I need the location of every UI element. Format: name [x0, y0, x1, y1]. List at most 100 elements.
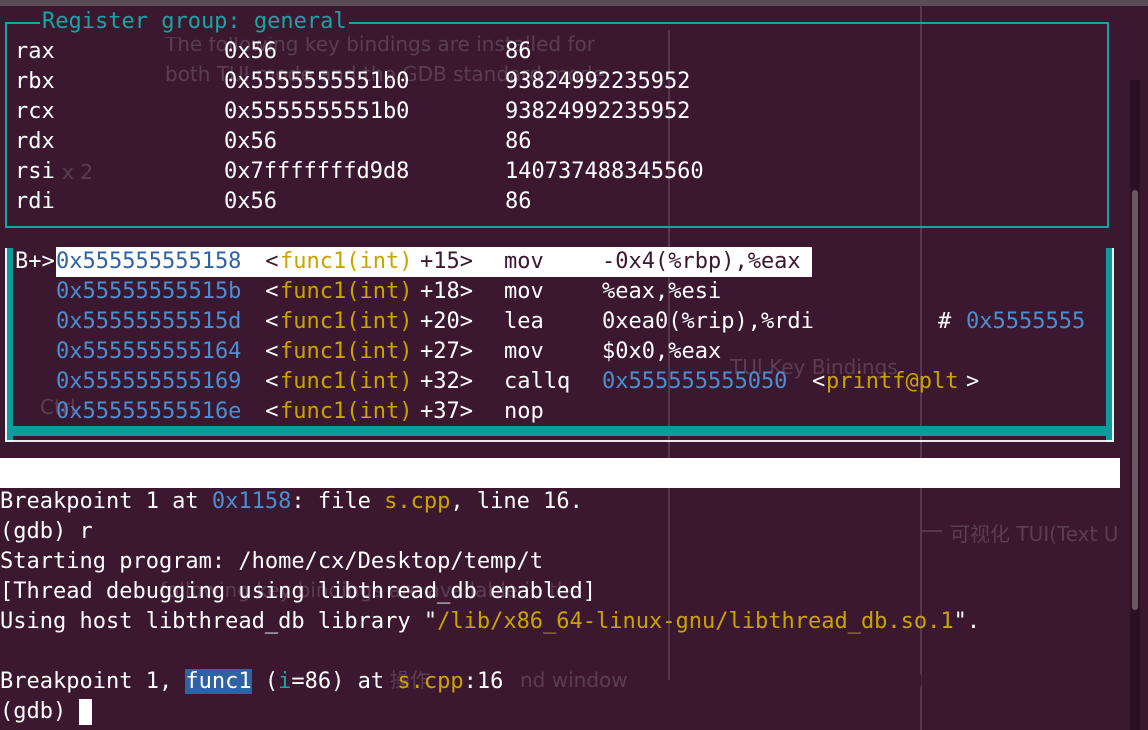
asm-bracket: < [252, 339, 279, 364]
ghost-text: 可视化 TUI(Text U [950, 522, 1119, 546]
asm-row[interactable]: 0x555555555169 < func1(int) +32> callq 0x555… [0, 367, 1100, 397]
console-path: /lib/x86_64-linux-gnu/libthread_db.so.1 [437, 609, 954, 634]
register-hex-value: 0x5555555551b0 [224, 69, 410, 94]
register-dec-value: 86 [505, 189, 532, 214]
asm-address: 0x555555555164 [56, 339, 242, 364]
console-text: ( [251, 669, 279, 694]
terminal-scrollbar-thumb[interactable] [1132, 190, 1138, 610]
console-line: Using host libthread_db library "/lib/x8… [0, 607, 980, 637]
register-name: rbx [15, 69, 55, 94]
register-panel-title: Register group: general [40, 7, 349, 37]
asm-offset: +37> [420, 399, 473, 424]
register-dec-value: 140737488345560 [505, 159, 704, 184]
breakpoint-marker [15, 397, 55, 427]
console-file: s.cpp [397, 669, 464, 694]
ghost-text: nd window [520, 668, 628, 692]
asm-opcode: mov [504, 279, 544, 304]
asm-operands: -0x4(%rbp),%eax [602, 249, 801, 274]
console-line: Starting program: /home/cx/Desktop/temp/… [0, 549, 544, 574]
asm-operands: 0xea0(%rip),%rdi [602, 309, 814, 334]
ghost-line [922, 530, 942, 532]
register-dec-value: 93824992235952 [505, 69, 691, 94]
asm-function: func1(int) [280, 279, 413, 304]
console-text: Breakpoint 1, [0, 669, 186, 694]
console-text: ". [953, 609, 981, 634]
breakpoint-marker [15, 277, 55, 307]
register-name: rdi [15, 189, 55, 214]
register-dec-value: 86 [505, 129, 532, 154]
asm-offset: +15> [420, 249, 473, 274]
asm-offset: +18> [420, 279, 473, 304]
asm-bracket: < [812, 369, 826, 394]
console-line: (gdb) r [0, 519, 93, 544]
register-hex-value: 0x56 [224, 189, 277, 214]
asm-comment-hash: # [938, 309, 952, 334]
asm-row-current[interactable]: B+> 0x555555555158 < func1(int) +15> mov -0x4… [0, 247, 1100, 277]
console-text: =86) at [291, 669, 398, 694]
breakpoint-marker [15, 367, 55, 397]
console-line: Breakpoint 1 at 0x1158: file s.cpp, line… [0, 487, 583, 517]
asm-opcode: mov [504, 249, 544, 274]
console-text: :16 [463, 669, 504, 694]
status-pc: 0x555555555158 [910, 670, 1096, 695]
console-selected-function[interactable]: func1 [185, 669, 252, 694]
terminal-cursor[interactable] [79, 699, 93, 725]
console-line: Breakpoint 1, func1 (i=86) at s.cpp:16 [0, 667, 503, 697]
console-text: : file [291, 489, 385, 514]
asm-bracket: < [252, 369, 279, 394]
register-name: rsi [15, 159, 55, 184]
asm-function: func1(int) [280, 309, 413, 334]
console-address: 0x1158 [211, 489, 292, 514]
register-hex-value: 0x7fffffffd9d8 [224, 159, 410, 184]
tui-status-bar: multi-thre Thread 0x7ffff7b85b In: func1… [0, 458, 1120, 695]
register-dec-value: 93824992235952 [505, 99, 691, 124]
asm-call-target-address: 0x555555555050 [602, 369, 788, 394]
console-file: s.cpp [384, 489, 451, 514]
asm-address: 0x555555555169 [56, 369, 242, 394]
asm-offset: +32> [420, 369, 473, 394]
asm-bracket: < [252, 399, 279, 424]
asm-row[interactable]: 0x555555555164 < func1(int) +27> mov $0x0,%e… [0, 337, 1100, 367]
status-pc-label: PC: [854, 640, 894, 665]
breakpoint-marker: B+> [15, 249, 55, 274]
register-dec-value: 86 [505, 39, 532, 64]
asm-offset: +20> [420, 309, 473, 334]
console-line: [Thread debugging using libthread_db ena… [0, 579, 597, 604]
gdb-prompt: (gdb) [0, 699, 80, 724]
asm-bracket: < [252, 249, 279, 274]
register-hex-value: 0x56 [224, 129, 277, 154]
asm-address: 0x55555555515b [56, 279, 242, 304]
register-hex-value: 0x5555555551b0 [224, 99, 410, 124]
console-text: , line 16. [450, 489, 583, 514]
window-top-edge [0, 0, 1148, 6]
register-hex-value: 0x56 [224, 39, 277, 64]
asm-bracket: > [966, 369, 980, 394]
asm-offset: +27> [420, 339, 473, 364]
asm-function: func1(int) [280, 399, 413, 424]
asm-address: 0x55555555515d [56, 309, 242, 334]
breakpoint-marker [15, 307, 55, 337]
asm-opcode: nop [504, 399, 544, 424]
console-variable: i [278, 669, 292, 694]
asm-opcode: mov [504, 339, 544, 364]
asm-row[interactable]: 0x55555555515d < func1(int) +20> lea 0xea0(%… [0, 307, 1100, 337]
asm-address: 0x55555555516e [56, 399, 242, 424]
asm-bracket: < [252, 279, 279, 304]
breakpoint-marker [15, 337, 55, 367]
asm-operands: $0x0,%eax [602, 339, 722, 364]
register-name: rax [15, 39, 55, 64]
asm-opcode: callq [504, 369, 571, 394]
asm-operands: %eax,%esi [602, 279, 722, 304]
asm-function: func1(int) [280, 369, 413, 394]
asm-comment-address: 0x5555555 [966, 309, 1086, 334]
asm-row[interactable]: 0x55555555516e < func1(int) +37> nop [0, 397, 1100, 427]
asm-bracket: < [252, 309, 279, 334]
asm-function: func1(int) [280, 249, 413, 274]
console-prompt-line[interactable]: (gdb) [0, 697, 93, 727]
console-text: Breakpoint 1 at [0, 489, 212, 514]
status-thread: Thread 0x7ffff7b85b [154, 520, 406, 545]
asm-address: 0x555555555158 [56, 249, 242, 274]
asm-row[interactable]: 0x55555555515b < func1(int) +18> mov %eax,%e… [0, 277, 1100, 307]
asm-function: func1(int) [280, 339, 413, 364]
register-name: rcx [15, 99, 55, 124]
